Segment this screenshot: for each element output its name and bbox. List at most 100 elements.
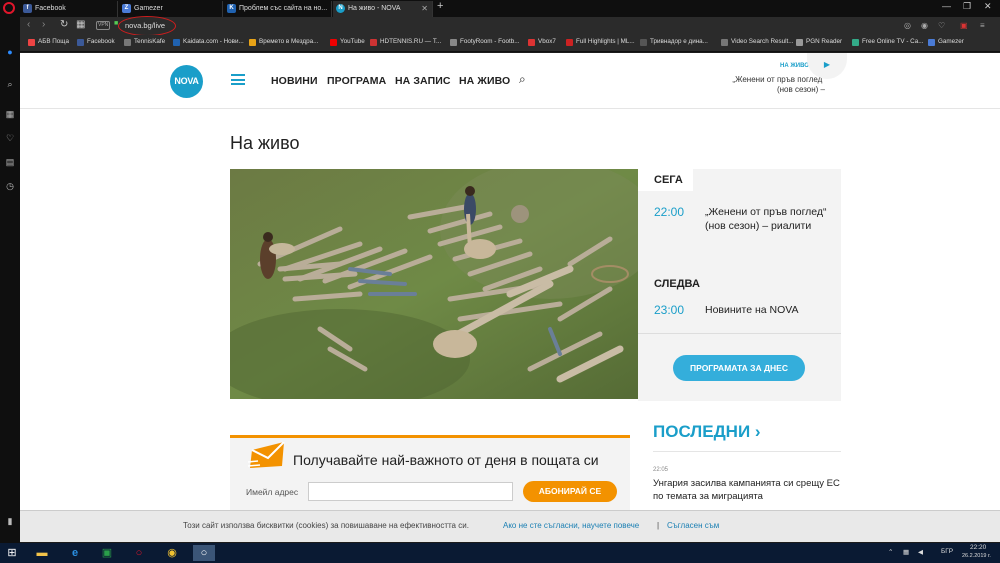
now-label: СЕГА [638,169,693,191]
speed-dial-icon[interactable]: ◎ [904,21,911,30]
subscribe-button[interactable]: АБОНИРАЙ СЕ [523,481,617,502]
free-tv-icon [852,39,859,46]
nav-program[interactable]: ПРОГРАМА [327,75,386,87]
tab-title: Проблем със сайта на но... [239,5,328,12]
bookmark-hdtennis[interactable]: HDTENNIS.RU — Т... [370,38,441,46]
tab-facebook[interactable]: f Facebook [20,1,118,17]
grid-icon[interactable]: ▦ [76,19,85,30]
nav-news[interactable]: НОВИНИ [271,75,318,87]
search-icon[interactable]: ⌕ [4,78,16,90]
video-player[interactable] [230,169,638,399]
news-title[interactable]: Унгария засилва кампанията си срещу ЕС п… [653,477,841,503]
bookmark-videosearch[interactable]: Video Search Result... [721,38,794,46]
opera-menu-icon[interactable] [3,2,15,14]
opera-sidebar: ● ⌕ ▦ ♡ ▤ ◷ ▮ [0,17,20,543]
youtube-icon [330,39,337,46]
menu-icon[interactable]: ≡ [980,21,985,30]
schedule-panel: СЕГА 22:00 „Женени от пръв поглед“ (нов … [638,169,841,401]
bookmark-freetv[interactable]: Free Online TV - Ca... [852,38,923,46]
bookmark-youtube[interactable]: YouTube [330,38,365,46]
speed-dial-icon[interactable]: ▦ [4,108,16,120]
bookmark-pgnreader[interactable]: PGN Reader [796,38,842,46]
url-field[interactable]: nova.bg/live [125,19,905,33]
tray-arrow-icon[interactable]: ⌃ [888,548,893,556]
envelope-icon [248,442,285,468]
minimize-icon[interactable]: — [942,1,951,11]
hamburger-menu-icon[interactable] [231,74,245,85]
tab-title: Gamezer [134,5,163,12]
cookie-learn-more-link[interactable]: Ако не сте съгласни, научете повече [503,511,639,541]
wallet-icon[interactable]: ▣ [960,21,968,30]
new-tab-button[interactable]: + [437,0,443,12]
volume-icon[interactable]: ◀ [918,548,923,556]
bookmarks-bar: АБВ Поща Facebook TennisKafe Kaidata.com… [20,35,1000,52]
nova-icon: N [336,4,345,13]
cookie-agree-link[interactable]: Съгласен съм [667,511,719,541]
start-icon[interactable]: ⊞ [3,545,21,561]
video-frame [230,169,638,399]
live-label[interactable]: НА ЖИВО [780,63,809,69]
bookmark-gamezer[interactable]: Gamezer [928,38,964,46]
tab-title: Facebook [35,5,66,12]
tenniskafe-icon [124,39,131,46]
maximize-icon[interactable]: ❐ [963,1,971,12]
footyroom-icon [450,39,457,46]
email-label: Имейл адрес [246,487,299,497]
page-title: На живо [230,133,300,153]
heart-icon[interactable]: ♡ [4,132,16,144]
now-show[interactable]: „Женени от пръв поглед“ (нов сезон) – ри… [705,206,831,233]
network-icon[interactable]: ▦ [903,548,909,556]
bookmark-tenniskafe[interactable]: TennisKafe [124,38,165,46]
next-label: СЛЕДВА [654,278,700,290]
bookmark-abv[interactable]: АБВ Поща [28,38,69,46]
bookmark-fullhighlights[interactable]: Full Highlights | ML... [566,38,635,46]
close-window-icon[interactable]: ✕ [984,1,992,12]
bookmark-vbox7[interactable]: Vbox7 [528,38,556,46]
camera-icon[interactable]: ◉ [921,21,928,30]
messenger-icon[interactable]: ● [4,46,16,58]
bookmark-trivnador[interactable]: Тривнадор е дина... [640,38,708,46]
close-tab-icon[interactable]: ✕ [421,1,428,16]
bookmark-kaidata[interactable]: Kaidata.com - Нови... [173,38,244,46]
tab-gamezer[interactable]: Z Gamezer [119,1,223,17]
now-time: 22:00 [654,205,685,219]
file-explorer-icon[interactable]: ▬ [33,545,51,561]
divider [638,333,841,334]
nav-recorded[interactable]: НА ЗАПИС [395,75,451,87]
reload-icon[interactable]: ↻ [60,19,68,30]
language-indicator[interactable]: БГР [941,548,953,555]
opera-icon[interactable]: ○ [130,545,148,561]
clock-date[interactable]: 26.2.2019 г. [962,553,991,559]
latest-heading[interactable]: ПОСЛЕДНИ › [653,422,761,442]
bookmark-footyroom[interactable]: FootyRoom - Footb... [450,38,520,46]
back-icon[interactable]: ‹ [27,19,30,30]
bookmark-facebook[interactable]: Facebook [77,38,115,46]
live-show-title[interactable]: „Женени от пръв поглед“ (нов сезон) – [730,75,825,95]
excel-icon[interactable]: ▣ [98,545,116,561]
chrome-icon[interactable]: ◉ [163,545,181,561]
search-icon[interactable]: ⌕ [519,72,526,87]
forward-icon[interactable]: › [42,19,45,30]
today-program-button[interactable]: ПРОГРАМАТА ЗА ДНЕС [673,355,805,381]
bookmark-weather[interactable]: Времето в Мездра... [249,38,318,46]
email-field[interactable] [308,482,513,501]
browser-tab-bar: f Facebook Z Gamezer K Проблем със сайта… [0,0,1000,17]
facebook-icon [77,39,84,46]
nav-live[interactable]: НА ЖИВО [459,75,510,87]
opera-active-icon[interactable]: ○ [193,545,215,561]
heart-icon[interactable]: ♡ [938,21,945,30]
news-icon[interactable]: ▤ [4,156,16,168]
next-show[interactable]: Новините на NOVA [705,304,831,318]
next-time: 23:00 [654,303,685,317]
gamezer-icon: Z [122,4,131,13]
clock-time[interactable]: 22:20 [970,544,986,551]
tab-nova-live[interactable]: N На живо - NOVA ✕ [333,1,433,17]
nova-logo[interactable]: NOVA [170,65,203,98]
history-icon[interactable]: ◷ [4,180,16,192]
internet-explorer-icon[interactable]: e [66,545,84,561]
tab-kaidata[interactable]: K Проблем със сайта на но... [224,1,332,17]
weather-icon [249,39,256,46]
sidebar-toggle-icon[interactable]: ▮ [4,515,16,527]
vpn-badge[interactable]: VPN [96,21,111,30]
vbox7-icon [528,39,535,46]
